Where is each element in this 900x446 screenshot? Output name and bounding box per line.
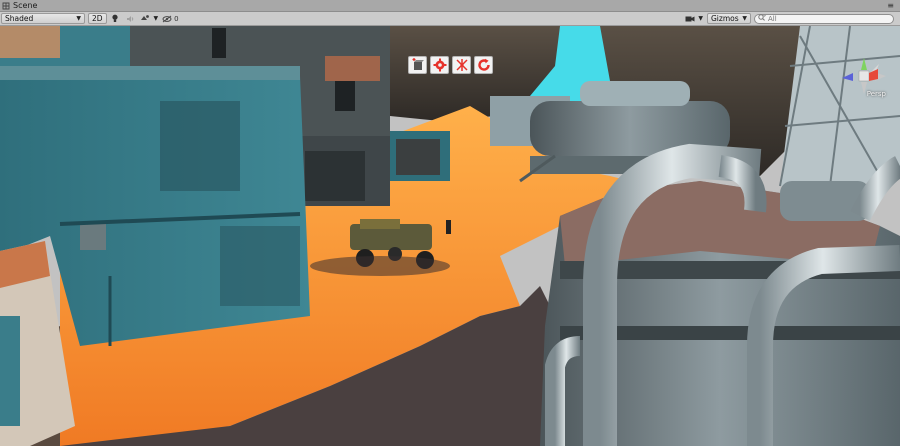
scene-toolbar: Shaded ▼ 2D ▼ 0 ▼ Gizmos ▼ [0,12,900,26]
tab-scene[interactable]: Scene [2,0,37,11]
settings-icon [433,58,447,72]
awning [325,56,380,81]
scene-icon [2,2,10,10]
vehicle-shadow [310,256,450,276]
roof-ledge [0,66,300,80]
effects-icon[interactable] [139,13,152,24]
light-bulb-icon[interactable] [109,13,122,24]
projection-label[interactable]: Persp [867,90,886,98]
wall-panel [220,226,300,306]
speaker-icon[interactable] [124,13,137,24]
snap-button[interactable] [452,56,471,74]
shed-door [396,139,440,175]
hidden-count: 0 [174,14,179,23]
garage-door [305,151,365,201]
camera-icon[interactable] [683,13,696,24]
search-input[interactable] [768,14,878,23]
scene-viewport[interactable]: Persp [0,26,900,446]
scene-render [0,26,900,446]
add-object-icon [411,58,425,72]
search-box[interactable] [754,13,894,24]
gizmos-dropdown[interactable]: Gizmos ▼ [707,13,751,24]
gizmos-label: Gizmos [711,14,739,23]
refresh-button[interactable] [474,56,493,74]
camera-dropdown-icon[interactable]: ▼ [698,15,703,22]
shading-mode-dropdown[interactable]: Shaded ▼ [1,13,85,24]
refresh-icon [477,58,491,72]
search-icon [758,14,766,23]
add-object-button[interactable] [408,56,427,74]
window-dark [335,81,355,111]
settings-button[interactable] [430,56,449,74]
tab-menu-icon[interactable]: ≡ [887,0,894,11]
electrical-box [80,224,106,250]
rooftop-panel [0,26,60,58]
effects-dropdown-icon[interactable]: ▼ [154,15,159,22]
tab-label: Scene [13,1,38,10]
scene-tool-buttons [408,56,493,74]
tab-bar: Scene ≡ [0,0,900,12]
wall-panel [160,101,240,191]
scene-window: Scene ≡ Shaded ▼ 2D ▼ 0 ▼ Gizmos ▼ All P… [0,0,900,446]
chevron-down-icon: ▼ [76,15,81,22]
snap-icon [455,58,469,72]
white-building-door [0,316,20,426]
window-dark [212,28,226,58]
mode-2d-button[interactable]: 2D [88,13,107,24]
shading-mode-label: Shaded [5,14,34,23]
foreground-tank [540,143,900,446]
eye-slash-icon[interactable] [160,13,173,24]
character [446,220,451,234]
chevron-down-icon: ▼ [742,15,747,22]
